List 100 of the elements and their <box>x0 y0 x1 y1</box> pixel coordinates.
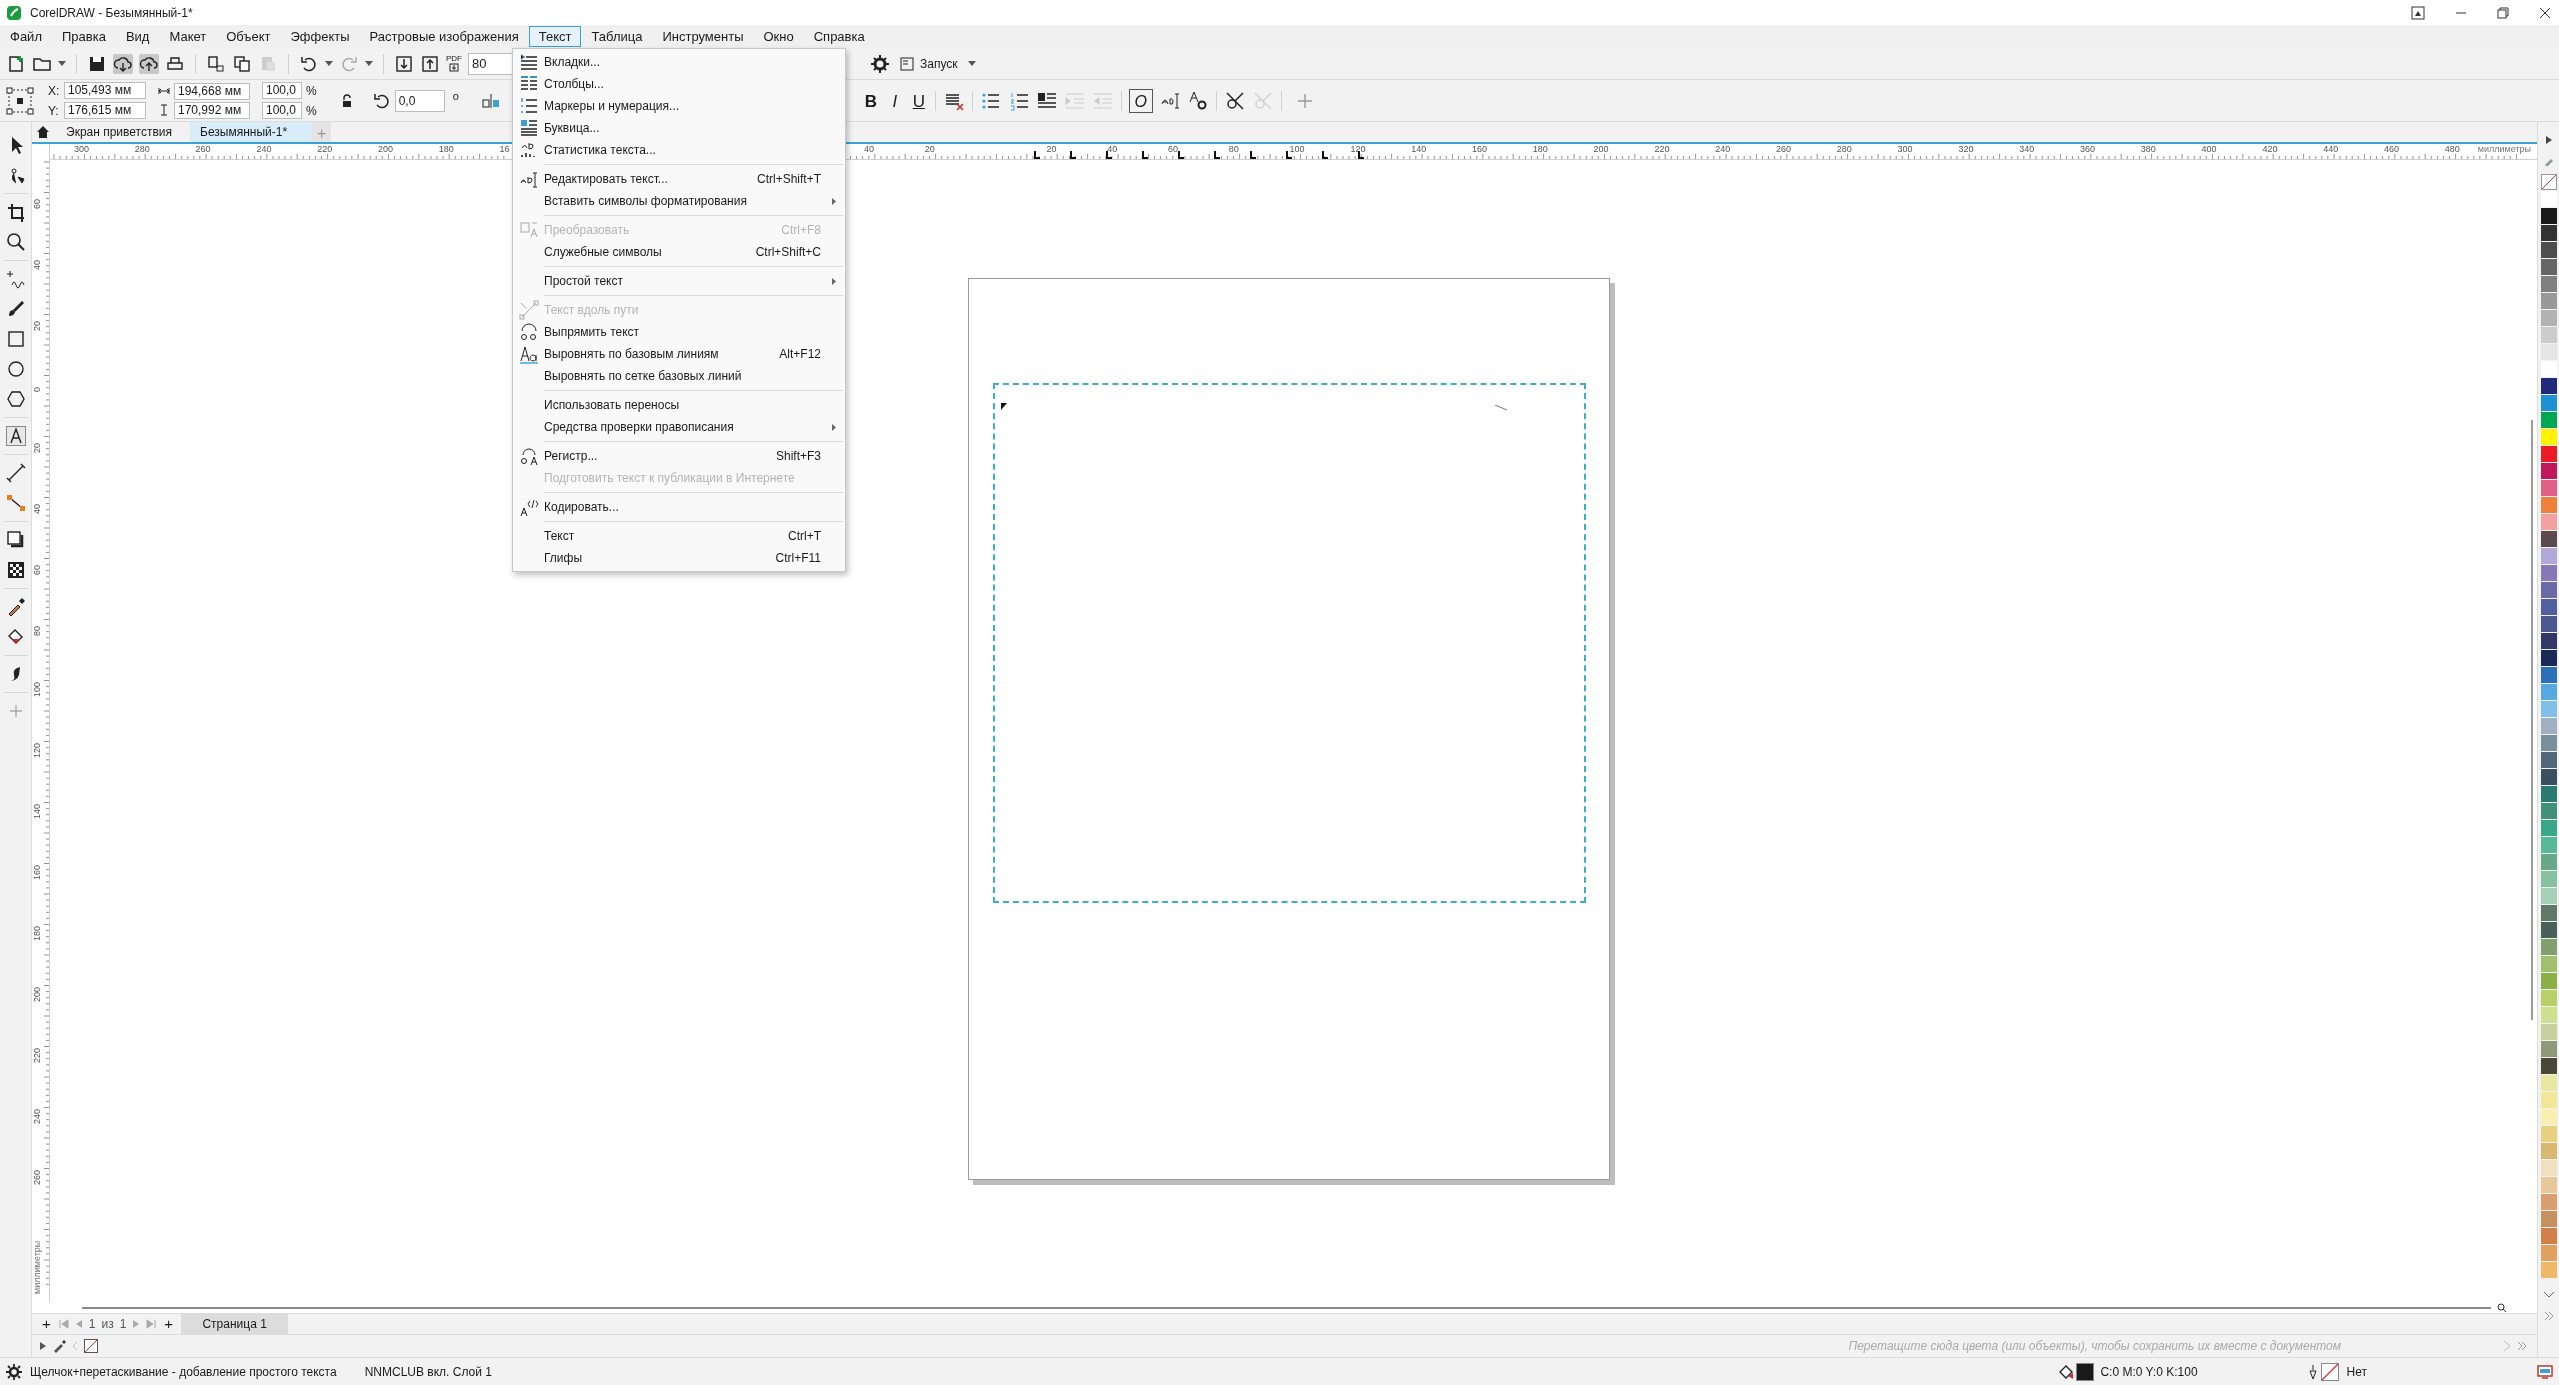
menu-item[interactable]: Текст Ctrl+T <box>513 525 845 547</box>
color-swatch[interactable] <box>2540 956 2557 973</box>
freehand-icon[interactable] <box>5 269 26 289</box>
color-swatch[interactable] <box>2540 327 2557 344</box>
color-swatch[interactable] <box>2540 718 2557 735</box>
document-tab[interactable]: Экран приветствия <box>56 122 190 142</box>
menu-item[interactable]: Выровнять по сетке базовых линий <box>513 365 845 387</box>
polygon-icon[interactable] <box>5 389 26 409</box>
color-swatch[interactable] <box>2540 1245 2557 1262</box>
mirror-horizontal-icon[interactable] <box>480 91 501 110</box>
menu-item[interactable]: Редактировать текст... Ctrl+Shift+T <box>513 168 845 190</box>
dropdown-caret-icon[interactable] <box>967 60 976 67</box>
color-swatch[interactable] <box>2540 480 2557 497</box>
publish-pdf-icon[interactable] <box>449 63 459 72</box>
menu-item[interactable]: Файл <box>0 26 52 47</box>
color-swatch[interactable] <box>2540 905 2557 922</box>
color-swatch[interactable] <box>2540 888 2557 905</box>
color-swatch[interactable] <box>2540 1109 2557 1126</box>
menu-item[interactable]: Объект <box>216 26 281 47</box>
display-icon[interactable] <box>2537 1363 2553 1380</box>
color-swatch[interactable] <box>2540 310 2557 327</box>
text-format-button[interactable]: U <box>906 88 931 113</box>
pen-icon[interactable] <box>2543 156 2554 166</box>
close-icon[interactable] <box>2539 6 2551 19</box>
new-document-icon[interactable] <box>6 53 26 74</box>
color-swatch[interactable] <box>2540 1024 2557 1041</box>
color-swatch[interactable] <box>2540 837 2557 854</box>
menu-item[interactable]: Маркеры и нумерация... <box>513 95 845 117</box>
crop-icon[interactable] <box>5 202 26 222</box>
menu-item[interactable]: Вид <box>115 26 160 47</box>
color-swatch[interactable] <box>2540 701 2557 718</box>
menu-item[interactable]: Служебные символы Ctrl+Shift+C <box>513 241 845 263</box>
menu-item[interactable]: Глифы Ctrl+F11 <box>513 547 845 569</box>
transparency-icon[interactable] <box>5 560 26 580</box>
text-format-button[interactable]: B <box>858 88 883 113</box>
dropdown-caret-icon[interactable] <box>365 60 373 67</box>
vertical-scrollbar-thumb[interactable] <box>2531 420 2533 1020</box>
color-swatch[interactable] <box>2540 939 2557 956</box>
color-swatch[interactable] <box>2540 293 2557 310</box>
color-swatch[interactable] <box>2540 446 2557 463</box>
text-format-button[interactable]: I <box>882 88 907 113</box>
text-properties-icon[interactable] <box>1186 89 1209 112</box>
menu-item[interactable]: Окно <box>753 26 804 47</box>
color-swatch[interactable] <box>2540 1211 2557 1228</box>
rotate-icon[interactable] <box>372 91 391 110</box>
color-swatch[interactable] <box>2540 769 2557 786</box>
drop-shadow-icon[interactable] <box>5 530 26 550</box>
color-swatch[interactable] <box>2540 1007 2557 1024</box>
color-swatch[interactable] <box>2540 242 2557 259</box>
color-swatch[interactable] <box>2540 854 2557 871</box>
document-tab[interactable]: Безымянный-1* <box>190 122 312 142</box>
eyedropper-icon[interactable] <box>52 1339 66 1353</box>
menu-item[interactable]: Статистика текста... <box>513 139 845 161</box>
add-page-button[interactable]: + <box>162 1312 176 1336</box>
home-icon[interactable] <box>36 125 50 139</box>
color-swatch[interactable] <box>2540 616 2557 633</box>
color-swatch[interactable] <box>2540 276 2557 293</box>
menu-item[interactable]: Простой текст <box>513 270 845 292</box>
double-chevron-icon[interactable] <box>2517 1341 2527 1351</box>
page-tab[interactable]: Страница 1 <box>181 1313 289 1335</box>
color-swatch[interactable] <box>2540 514 2557 531</box>
ellipse-icon[interactable] <box>5 359 26 379</box>
color-swatch[interactable] <box>2540 1194 2557 1211</box>
color-swatch[interactable] <box>2540 735 2557 752</box>
color-swatch[interactable] <box>2540 1058 2557 1075</box>
export-icon[interactable] <box>420 53 440 74</box>
scale-field[interactable]: 100,0 <box>262 102 302 119</box>
cloud-upload-icon[interactable] <box>139 53 159 74</box>
size-field[interactable]: 194,668 мм <box>174 82 250 100</box>
restore-icon[interactable] <box>2497 6 2509 19</box>
menu-item[interactable]: Использовать переносы <box>513 394 845 416</box>
dropdown-caret-icon[interactable] <box>325 60 333 67</box>
color-swatch[interactable] <box>2540 548 2557 565</box>
menu-item[interactable]: Средства проверки правописания <box>513 416 845 438</box>
palette-arrow-icon[interactable] <box>2545 136 2552 144</box>
menu-item[interactable]: Таблица <box>581 26 653 47</box>
copy-properties-icon[interactable] <box>206 53 226 74</box>
outline-text-button[interactable]: O <box>1128 88 1153 113</box>
color-swatch[interactable] <box>2540 1126 2557 1143</box>
menu-item[interactable]: Выпрямить текст <box>513 321 845 343</box>
menu-item[interactable]: Кодировать... <box>513 496 845 518</box>
color-swatch[interactable] <box>2540 497 2557 514</box>
cloud-download-icon[interactable] <box>113 53 133 74</box>
trim-icon[interactable] <box>1223 89 1246 112</box>
color-swatch[interactable] <box>2540 429 2557 446</box>
color-swatch[interactable] <box>2540 1092 2557 1109</box>
color-swatch[interactable] <box>2540 684 2557 701</box>
color-swatch[interactable] <box>2540 820 2557 837</box>
menu-item[interactable]: Буквица... <box>513 117 845 139</box>
menu-item[interactable]: Текст <box>528 26 582 47</box>
color-swatch[interactable] <box>2540 412 2557 429</box>
text-tool-icon[interactable] <box>5 426 26 446</box>
color-swatch[interactable] <box>2540 922 2557 939</box>
scale-field[interactable]: 100,0 <box>262 82 302 99</box>
position-field[interactable]: 105,493 мм <box>64 82 146 99</box>
color-swatch[interactable] <box>2540 1160 2557 1177</box>
menu-item[interactable]: Справка <box>803 26 875 47</box>
zoom-tool-icon[interactable] <box>5 232 26 252</box>
horizontal-scrollbar-thumb[interactable] <box>82 1307 2491 1309</box>
double-chevron-icon[interactable] <box>2543 1311 2554 1321</box>
